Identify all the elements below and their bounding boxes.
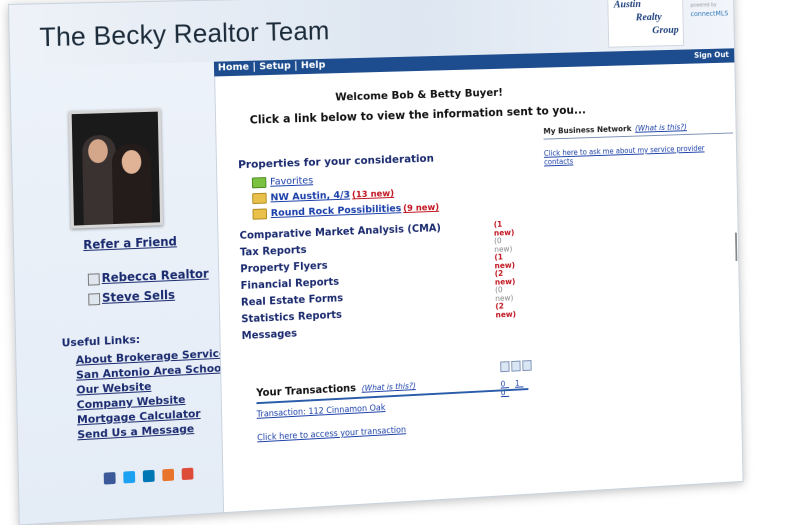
access-transaction-link[interactable]: Click here to access your transaction [257,419,529,443]
blogger-icon[interactable] [162,468,175,482]
linkedin-icon[interactable] [142,469,155,483]
nav-separator: | [252,61,257,73]
report-label: Property Flyers [240,259,328,276]
report-label: Real Estate Forms [240,292,344,309]
report-label: Financial Reports [240,275,340,292]
favorites-folder-icon [251,176,267,188]
checklist-icon[interactable] [522,360,532,372]
agent-steve[interactable]: Steve Sells [88,288,175,306]
transactions-help-link[interactable]: (What is this?) [362,381,416,393]
logo-line-1: Austin [613,0,641,11]
service-provider-link[interactable]: Click here to ask me about my service pr… [544,143,734,167]
useful-links-title: Useful Links: [61,332,141,350]
transactions-title-text: Your Transactions [256,382,357,400]
document-icon[interactable] [511,360,521,372]
twitter-icon[interactable] [123,470,136,484]
rss-icon[interactable] [181,467,194,481]
nav-help-link[interactable]: Help [301,60,326,71]
business-network-title-text: My Business Network [543,124,632,136]
sidebar: Refer a Friend Rebecca Realtor Steve Sel… [10,62,233,525]
site-title: The Becky Realtor Team [39,15,330,53]
business-network-panel: My Business Network (What is this?) Click… [543,121,734,167]
powered-by-logo: powered by connectMLS [690,1,730,30]
browser-page: The Becky Realtor Team Austin Realty Gro… [8,0,744,525]
instruction-text: Click a link below to view the informati… [249,102,587,127]
folder-label: Favorites [270,175,314,188]
client-portal-panel: Properties for your consideration Favori… [238,149,524,345]
nav-home-link[interactable]: Home [218,62,249,74]
social-icons [103,464,197,488]
refer-friend-link[interactable]: Refer a Friend [83,234,177,252]
folder-label: NW Austin, 4/3 [270,189,351,204]
brokerage-logo: Austin Realty Group [607,0,685,48]
report-label: Messages [241,327,298,343]
contact-card-icon [87,272,100,286]
agent-rebecca[interactable]: Rebecca Realtor [87,266,209,286]
logo-line-3: Group [652,24,679,37]
main-content: Welcome Bob & Betty Buyer! Click a link … [214,62,744,513]
agent-name: Steve Sells [101,287,176,305]
folder-icon [252,207,268,220]
folder-label: Round Rock Possibilities [270,203,402,220]
report-label: Statistics Reports [241,309,343,326]
agent-photo [68,108,164,229]
screen-stage: The Becky Realtor Team Austin Realty Gro… [8,0,751,525]
report-label: Tax Reports [239,244,307,259]
nav-separator: | [294,60,298,72]
contact-card-icon [88,292,101,306]
nav-setup-link[interactable]: Setup [259,61,291,73]
new-count-link[interactable]: (9 new) [403,203,439,214]
sign-out-link[interactable]: Sign Out [694,50,729,59]
new-count-link[interactable]: (13 new) [352,189,394,200]
agent-name: Rebecca Realtor [101,266,209,286]
business-network-title: My Business Network (What is this?) [543,121,734,140]
logo-line-2: Realty [635,11,662,24]
transactions-panel: Your Transactions (What is this?) Transac… [256,373,529,443]
folder-icon [252,192,267,204]
scrollbar[interactable] [735,232,738,262]
network-help-link[interactable]: (What is this?) [635,123,687,133]
nav-links: Home | Setup | Help [218,60,326,74]
useful-links-list: About Brokerage Services San Antonio Are… [76,346,234,443]
globe-icon[interactable] [500,361,510,373]
facebook-icon[interactable] [103,472,116,485]
powered-by-brand: connectMLS [690,9,729,19]
